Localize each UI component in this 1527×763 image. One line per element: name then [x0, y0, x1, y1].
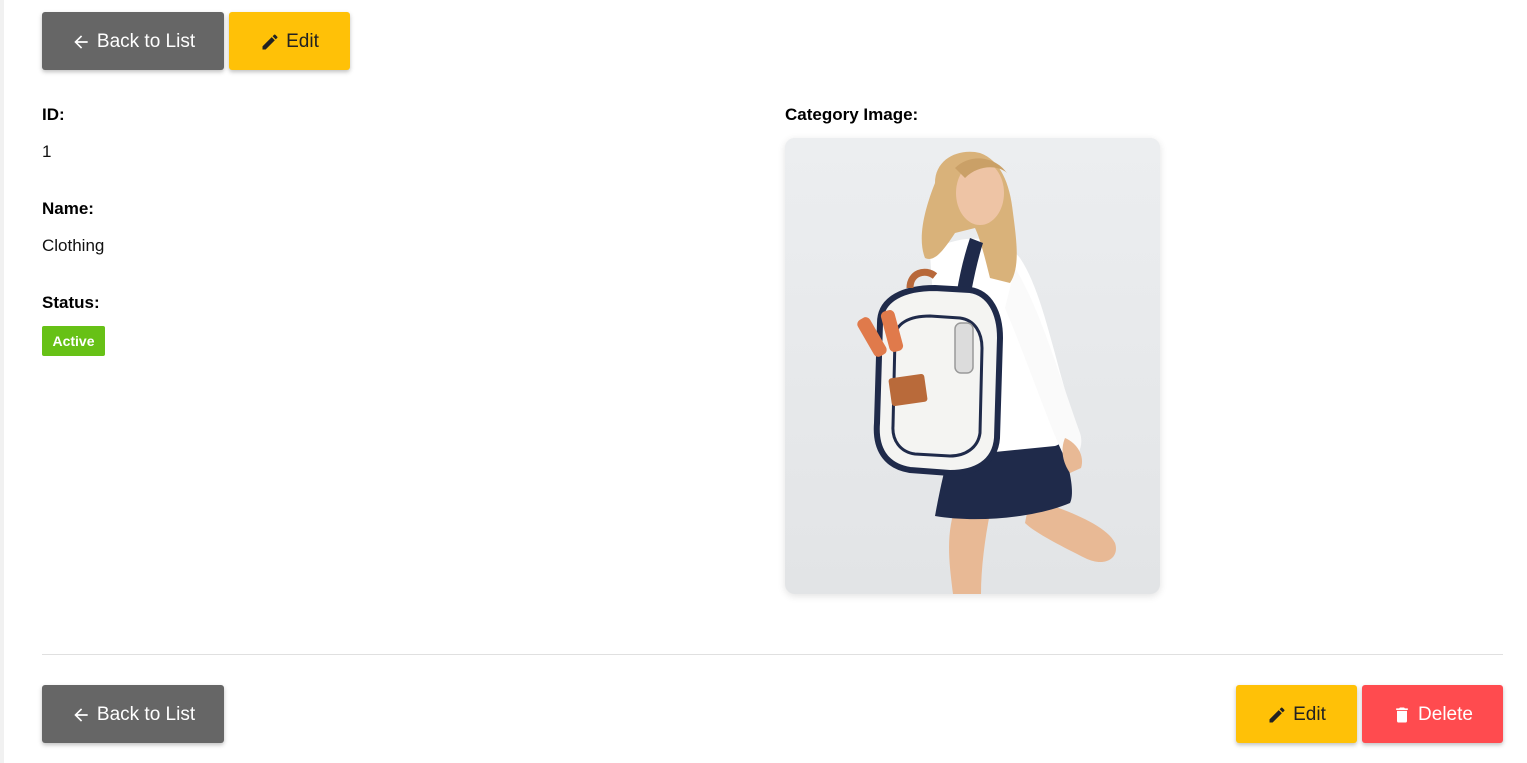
delete-button[interactable]: Delete: [1362, 685, 1503, 743]
edit-label: Edit: [286, 31, 319, 52]
id-label: ID:: [42, 105, 65, 124]
back-to-list-button-bottom[interactable]: Back to List: [42, 685, 224, 743]
name-value: Clothing: [42, 236, 105, 255]
id-value: 1: [42, 142, 52, 161]
status-label: Status:: [42, 293, 100, 312]
arrow-left-icon: [71, 705, 91, 725]
edit-label: Edit: [1293, 704, 1326, 725]
edit-button-bottom[interactable]: Edit: [1236, 685, 1357, 743]
delete-label: Delete: [1418, 704, 1473, 725]
name-label: Name:: [42, 199, 94, 218]
back-to-list-label: Back to List: [96, 31, 196, 52]
page-left-border: [0, 0, 4, 763]
category-image: [785, 138, 1160, 594]
pencil-icon: [1267, 705, 1287, 725]
section-divider: [42, 654, 1503, 655]
status-badge: Active: [42, 326, 105, 356]
back-to-list-button-top[interactable]: Back to List: [42, 12, 224, 70]
edit-button-top[interactable]: Edit: [229, 12, 350, 70]
pencil-icon: [260, 32, 280, 52]
back-to-list-label: Back to List: [96, 704, 196, 725]
category-photo: [785, 138, 1160, 594]
arrow-left-icon: [71, 32, 91, 52]
trash-icon: [1392, 705, 1412, 725]
category-image-label: Category Image:: [785, 105, 919, 124]
